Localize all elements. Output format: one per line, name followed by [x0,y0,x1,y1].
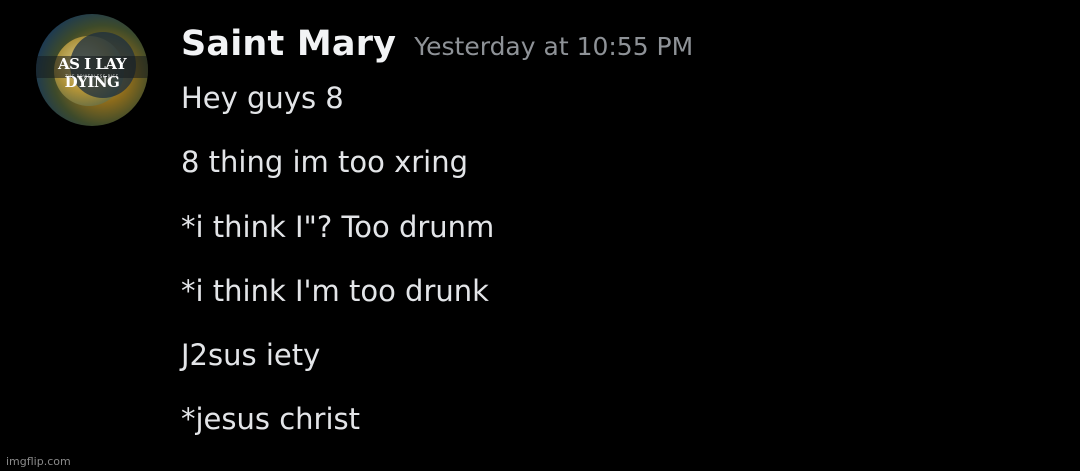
message-line: *i think I'm too drunk [181,274,489,308]
message-line: J2sus iety [181,338,321,372]
avatar-logo-subtext: THE POWERLESS RISE [65,74,119,79]
username[interactable]: Saint Mary [181,24,396,64]
message-line: 8 thing im too xring [181,145,469,179]
watermark-text: imgflip.com [6,455,71,468]
message-timestamp: Yesterday at 10:55 PM [414,32,694,61]
message-line: *i think I"? Too drunm [181,210,495,244]
message-header: Saint Mary Yesterday at 10:55 PM [181,24,693,64]
avatar-logo-text: AS I LAY DYING [57,55,127,91]
message-line: *jesus christ [181,402,360,436]
message-line: Hey guys 8 [181,81,344,115]
user-avatar[interactable]: AS I LAY DYING THE POWERLESS RISE [36,14,148,126]
